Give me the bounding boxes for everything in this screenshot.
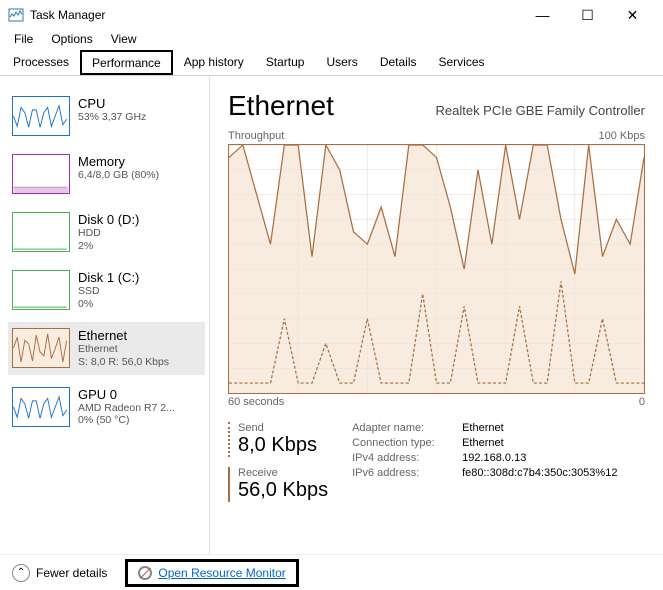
detail-value: Ethernet [462, 422, 504, 434]
sidebar-item-subtitle: 6,4/8,0 GB (80%) [78, 169, 201, 182]
detail-value: 192.168.0.13 [462, 452, 526, 464]
menu-file[interactable]: File [6, 30, 41, 50]
sidebar-item-title: Memory [78, 154, 201, 169]
open-resource-monitor-link[interactable]: Open Resource Monitor [158, 566, 285, 580]
chart-bottom-left-label: 60 seconds [228, 396, 284, 408]
resource-monitor-icon [138, 566, 152, 580]
chart-top-left-label: Throughput [228, 130, 284, 142]
tab-app-history[interactable]: App history [173, 50, 255, 75]
page-title: Ethernet [228, 90, 435, 122]
chevron-up-icon: ⌃ [12, 564, 30, 582]
sidebar-item-subtitle: AMD Radeon R7 2... 0% (50 °C) [78, 402, 201, 427]
thumb-chart-icon [12, 387, 70, 427]
chart-bottom-right-label: 0 [639, 396, 645, 408]
sidebar-item-ethernet[interactable]: EthernetEthernet S: 8,0 R: 56,0 Kbps [8, 322, 205, 374]
sidebar-item-title: CPU [78, 96, 201, 111]
sidebar-item-title: Ethernet [78, 328, 201, 343]
minimize-button[interactable]: — [520, 0, 565, 30]
main-panel: Ethernet Realtek PCIe GBE Family Control… [210, 76, 663, 554]
tab-users[interactable]: Users [315, 50, 368, 75]
resource-monitor-highlight: Open Resource Monitor [125, 559, 298, 587]
tabs: Processes Performance App history Startu… [0, 50, 663, 76]
sidebar-item-cpu[interactable]: CPU53% 3,37 GHz [8, 90, 205, 142]
send-value: 8,0 Kbps [238, 434, 328, 457]
sidebar-item-title: GPU 0 [78, 387, 201, 402]
detail-value: Ethernet [462, 437, 504, 449]
tab-performance[interactable]: Performance [80, 50, 173, 75]
detail-key: IPv4 address: [352, 452, 462, 464]
thumb-chart-icon [12, 270, 70, 310]
tab-startup[interactable]: Startup [255, 50, 316, 75]
thumb-chart-icon [12, 96, 70, 136]
detail-key: IPv6 address: [352, 467, 462, 479]
sidebar-item-title: Disk 1 (C:) [78, 270, 201, 285]
tab-processes[interactable]: Processes [2, 50, 80, 75]
tab-details[interactable]: Details [369, 50, 428, 75]
receive-value: 56,0 Kbps [238, 479, 328, 502]
thumb-chart-icon [12, 212, 70, 252]
detail-key: Adapter name: [352, 422, 462, 434]
detail-row: Connection type:Ethernet [352, 437, 617, 449]
sidebar-item-subtitle: SSD 0% [78, 285, 201, 310]
detail-row: Adapter name:Ethernet [352, 422, 617, 434]
send-label: Send [238, 422, 328, 434]
detail-key: Connection type: [352, 437, 462, 449]
adapter-description: Realtek PCIe GBE Family Controller [435, 103, 645, 118]
sidebar-item-subtitle: Ethernet S: 8,0 R: 56,0 Kbps [78, 343, 201, 368]
maximize-button[interactable]: ☐ [565, 0, 610, 30]
window-title: Task Manager [30, 8, 520, 22]
sidebar-item-disk-0-d-[interactable]: Disk 0 (D:)HDD 2% [8, 206, 205, 258]
sidebar-item-subtitle: 53% 3,37 GHz [78, 111, 201, 124]
sidebar-item-memory[interactable]: Memory6,4/8,0 GB (80%) [8, 148, 205, 200]
sidebar-item-subtitle: HDD 2% [78, 227, 201, 252]
receive-label: Receive [238, 467, 328, 479]
detail-row: IPv4 address:192.168.0.13 [352, 452, 617, 464]
detail-row: IPv6 address:fe80::308d:c7b4:350c:3053%1… [352, 467, 617, 479]
detail-value: fe80::308d:c7b4:350c:3053%12 [462, 467, 617, 479]
sidebar-item-disk-1-c-[interactable]: Disk 1 (C:)SSD 0% [8, 264, 205, 316]
chart-top-right-label: 100 Kbps [599, 130, 645, 142]
fewer-details-button[interactable]: ⌃ Fewer details [12, 564, 107, 582]
sidebar-item-gpu-0[interactable]: GPU 0AMD Radeon R7 2... 0% (50 °C) [8, 381, 205, 433]
menu-options[interactable]: Options [43, 30, 100, 50]
menu-view[interactable]: View [103, 30, 145, 50]
close-button[interactable]: ✕ [610, 0, 655, 30]
fewer-details-label: Fewer details [36, 566, 107, 580]
throughput-chart [228, 144, 645, 394]
sidebar-item-title: Disk 0 (D:) [78, 212, 201, 227]
tab-services[interactable]: Services [428, 50, 496, 75]
app-icon [8, 7, 24, 23]
menubar: File Options View [0, 30, 663, 50]
thumb-chart-icon [12, 328, 70, 368]
sidebar: CPU53% 3,37 GHz Memory6,4/8,0 GB (80%) Dis… [0, 76, 210, 554]
thumb-chart-icon [12, 154, 70, 194]
